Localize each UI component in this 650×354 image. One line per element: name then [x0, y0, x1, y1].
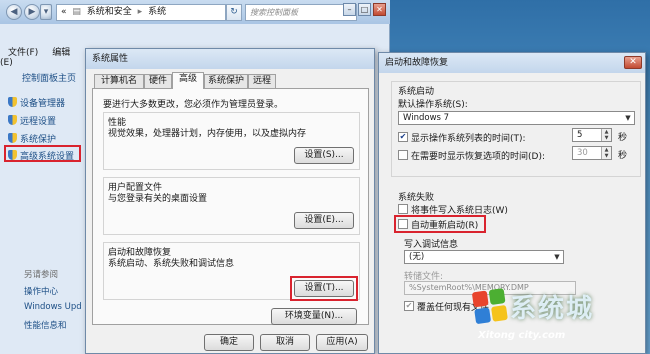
cancel-button[interactable]: 取消: [260, 334, 310, 351]
watermark-text: 系统城: [510, 294, 595, 324]
group-description: 系统启动、系统失败和调试信息: [108, 259, 235, 269]
debug-info-select[interactable]: (无) ▼: [404, 250, 564, 264]
folder-icon: ▤: [72, 7, 81, 17]
show-os-list-checkbox[interactable]: ✔: [398, 132, 408, 142]
back-icon[interactable]: ◀: [6, 4, 22, 20]
debug-info-label: 写入调试信息: [404, 240, 459, 250]
debug-info-value: (无): [409, 252, 425, 262]
admin-note: 要进行大多数更改，您必须作为管理员登录。: [103, 100, 284, 110]
sidebar-item-device-manager[interactable]: 设备管理器: [8, 96, 65, 109]
watermark: 系统城 Xitong city.com: [470, 280, 650, 354]
address-part-security[interactable]: 系统和安全: [87, 7, 132, 17]
apply-button[interactable]: 应用(A): [316, 334, 368, 351]
default-os-select[interactable]: Windows 7 ▼: [398, 111, 635, 125]
spinner-arrows-icon[interactable]: ▲ ▼: [601, 129, 611, 141]
watermark-subtext: Xitong city.com: [478, 330, 566, 341]
see-also-title: 另请参阅: [24, 270, 59, 280]
system-properties-dialog: 系统属性 计算机名 硬件 高级 系统保护 远程 要进行大多数更改，您必须作为管理…: [85, 48, 375, 354]
shield-icon: [8, 133, 17, 143]
shield-icon: [8, 97, 17, 107]
write-event-checkbox[interactable]: [398, 204, 408, 214]
close-icon[interactable]: ✕: [624, 56, 642, 69]
see-also-windows-update[interactable]: Windows Upd: [24, 302, 82, 312]
explorer-toolbar: ◀ ▶ ▾ « ▤ 系统和安全 ▸ 系统 ↻ 搜索控制面板 ⚲: [0, 0, 390, 24]
user-profiles-settings-button[interactable]: 设置(E)...: [294, 212, 354, 229]
startup-recovery-group: 启动和故障恢复 系统启动、系统失败和调试信息 设置(T)...: [103, 242, 360, 301]
tab-advanced[interactable]: 高级: [172, 72, 204, 89]
spinner-value: 30: [577, 148, 588, 158]
show-recovery-checkbox[interactable]: [398, 150, 408, 160]
recent-pages-icon[interactable]: ▾: [40, 4, 52, 20]
address-chevron: «: [61, 7, 67, 17]
sidebar-item-system-protection[interactable]: 系统保护: [8, 132, 56, 145]
address-part-system[interactable]: 系统: [148, 7, 166, 17]
default-os-value: Windows 7: [403, 113, 450, 123]
spinner-arrows-icon[interactable]: ▲ ▼: [601, 147, 611, 159]
search-placeholder: 搜索控制面板: [250, 8, 298, 17]
seconds-unit: 秒: [618, 133, 628, 143]
tab-computer-name[interactable]: 计算机名: [94, 74, 144, 88]
forward-icon[interactable]: ▶: [24, 4, 40, 20]
sidebar-home-link[interactable]: 控制面板主页: [22, 71, 76, 84]
environment-variables-button[interactable]: 环境变量(N)...: [271, 308, 357, 325]
shield-icon: [8, 115, 17, 125]
sidebar-item-label: 设备管理器: [20, 99, 66, 109]
show-recovery-seconds[interactable]: 30 ▲ ▼: [572, 146, 612, 160]
show-recovery-label: 在需要时显示恢复选项的时间(D):: [411, 152, 545, 162]
tab-system-protection[interactable]: 系统保护: [204, 74, 248, 88]
search-input[interactable]: 搜索控制面板 ⚲: [245, 4, 357, 21]
group-description: 与您登录有关的桌面设置: [108, 194, 208, 204]
show-os-list-seconds[interactable]: 5 ▲ ▼: [572, 128, 612, 142]
close-icon[interactable]: ✕: [373, 3, 386, 16]
address-separator-icon: ▸: [137, 7, 143, 17]
group-description: 视觉效果，处理器计划，内存使用，以及虚拟内存: [108, 129, 307, 139]
seconds-unit: 秒: [618, 151, 628, 161]
see-also-performance[interactable]: 性能信息和: [24, 319, 67, 331]
windows-logo-icon: [471, 288, 510, 326]
advanced-tab-panel: 要进行大多数更改，您必须作为管理员登录。 性能 视觉效果，处理器计划，内存使用，…: [92, 88, 369, 325]
group-title: 系统失败: [398, 193, 435, 203]
tab-hardware[interactable]: 硬件: [144, 74, 172, 88]
dialog-title: 系统属性: [86, 49, 374, 69]
performance-group: 性能 视觉效果，处理器计划，内存使用，以及虚拟内存 设置(S)...: [103, 112, 360, 170]
sidebar-item-label: 远程设置: [20, 117, 57, 127]
dialog-title: 启动和故障恢复: [379, 53, 645, 73]
refresh-icon[interactable]: ↻: [226, 4, 242, 21]
user-profiles-group: 用户配置文件 与您登录有关的桌面设置 设置(E)...: [103, 177, 360, 235]
system-startup-group: 系统启动 默认操作系统(S): Windows 7 ▼ ✔ 显示操作系统列表的时…: [391, 81, 641, 177]
ok-button[interactable]: 确定: [204, 334, 254, 351]
chevron-down-icon: ▼: [554, 253, 560, 261]
sidebar-item-label: 系统保护: [20, 135, 57, 145]
default-os-label: 默认操作系统(S):: [398, 100, 468, 110]
show-os-list-label: 显示操作系统列表的时间(T):: [411, 134, 526, 144]
advanced-settings-highlight: [4, 145, 81, 162]
menu-file[interactable]: 文件(F): [8, 48, 38, 58]
minimize-icon[interactable]: –: [343, 3, 356, 16]
spinner-value: 5: [577, 130, 583, 140]
auto-restart-highlight: [394, 215, 486, 233]
performance-settings-button[interactable]: 设置(S)...: [294, 147, 354, 164]
sidebar-item-remote-settings[interactable]: 远程设置: [8, 114, 56, 127]
chevron-down-icon: ▼: [625, 114, 631, 122]
overwrite-checkbox[interactable]: ✔: [404, 301, 414, 311]
menu-bar: 文件(F) 编辑(E): [0, 45, 85, 68]
address-bar[interactable]: « ▤ 系统和安全 ▸ 系统: [56, 4, 226, 21]
tab-remote[interactable]: 远程: [248, 74, 276, 88]
settings-button-highlight: [290, 276, 358, 301]
see-also-action-center[interactable]: 操作中心: [24, 285, 58, 297]
group-title: 系统启动: [398, 87, 435, 97]
maximize-icon[interactable]: □: [358, 3, 371, 16]
